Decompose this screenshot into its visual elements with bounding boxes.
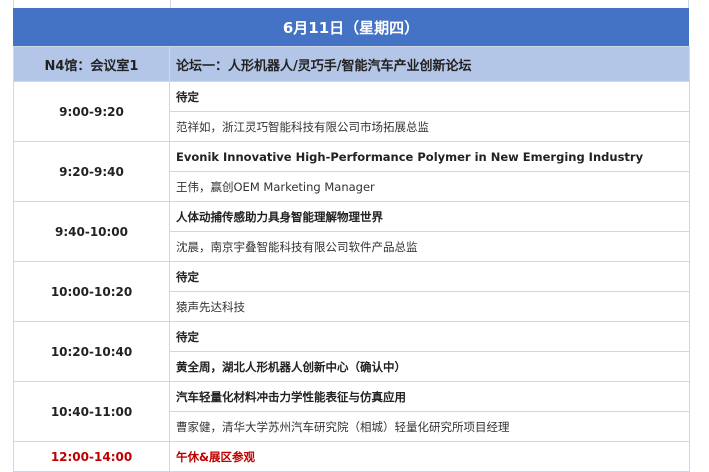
break-time: 12:00-14:00 <box>13 441 170 472</box>
agenda-table: N4馆：会议室1 论坛一：人形机器人/灵巧手/智能汽车产业创新论坛 9:00-9… <box>13 46 690 472</box>
session-time: 9:40-10:00 <box>13 201 170 262</box>
session-speaker: 范祥如，浙江灵巧智能科技有限公司市场拓展总监 <box>170 111 689 141</box>
session-speaker: 沈晨，南京宇叠智能科技有限公司软件产品总监 <box>170 231 689 261</box>
break-label: 午休&展区参观 <box>176 449 256 464</box>
forum-title: 论坛一：人形机器人/灵巧手/智能汽车产业创新论坛 <box>169 46 690 82</box>
session-speaker: 黄全周，湖北人形机器人创新中心（确认中） <box>170 351 689 381</box>
session-title: 汽车轻量化材料冲击力学性能表征与仿真应用 <box>176 389 406 404</box>
table-row: 9:20-9:40 Evonik Innovative High-Perform… <box>13 141 690 202</box>
session-title: 人体动捕传感助力具身智能理解物理世界 <box>176 209 383 224</box>
session-title: 待定 <box>176 89 199 104</box>
session-speaker: 猿声先达科技 <box>170 291 689 321</box>
session-time: 9:00-9:20 <box>13 81 170 142</box>
table-row: 10:20-10:40 待定 黄全周，湖北人形机器人创新中心（确认中） <box>13 321 690 382</box>
session-title: Evonik Innovative High-Performance Polym… <box>176 149 644 164</box>
session-time: 10:00-10:20 <box>13 261 170 322</box>
table-row: 9:00-9:20 待定 范祥如，浙江灵巧智能科技有限公司市场拓展总监 <box>13 81 690 142</box>
session-speaker: 王伟，赢创OEM Marketing Manager <box>170 171 689 201</box>
break-row: 12:00-14:00 午休&展区参观 <box>13 441 690 472</box>
table-row: 10:40-11:00 汽车轻量化材料冲击力学性能表征与仿真应用 曹家健，清华大… <box>13 381 690 442</box>
session-time: 9:20-9:40 <box>13 141 170 202</box>
agenda: 6月11日（星期四） N4馆：会议室1 论坛一：人形机器人/灵巧手/智能汽车产业… <box>13 0 690 472</box>
header-row: N4馆：会议室1 论坛一：人形机器人/灵巧手/智能汽车产业创新论坛 <box>13 46 690 82</box>
session-title: 待定 <box>176 329 199 344</box>
date-header: 6月11日（星期四） <box>13 8 689 46</box>
session-time: 10:20-10:40 <box>13 321 170 382</box>
top-strip <box>13 0 689 8</box>
table-row: 10:00-10:20 待定 猿声先达科技 <box>13 261 690 322</box>
table-row: 9:40-10:00 人体动捕传感助力具身智能理解物理世界 沈晨，南京宇叠智能科… <box>13 201 690 262</box>
session-speaker: 曹家健，清华大学苏州汽车研究院（相城）轻量化研究所项目经理 <box>170 411 689 441</box>
session-title: 待定 <box>176 269 199 284</box>
session-time: 10:40-11:00 <box>13 381 170 442</box>
venue-label: N4馆：会议室1 <box>13 46 170 82</box>
